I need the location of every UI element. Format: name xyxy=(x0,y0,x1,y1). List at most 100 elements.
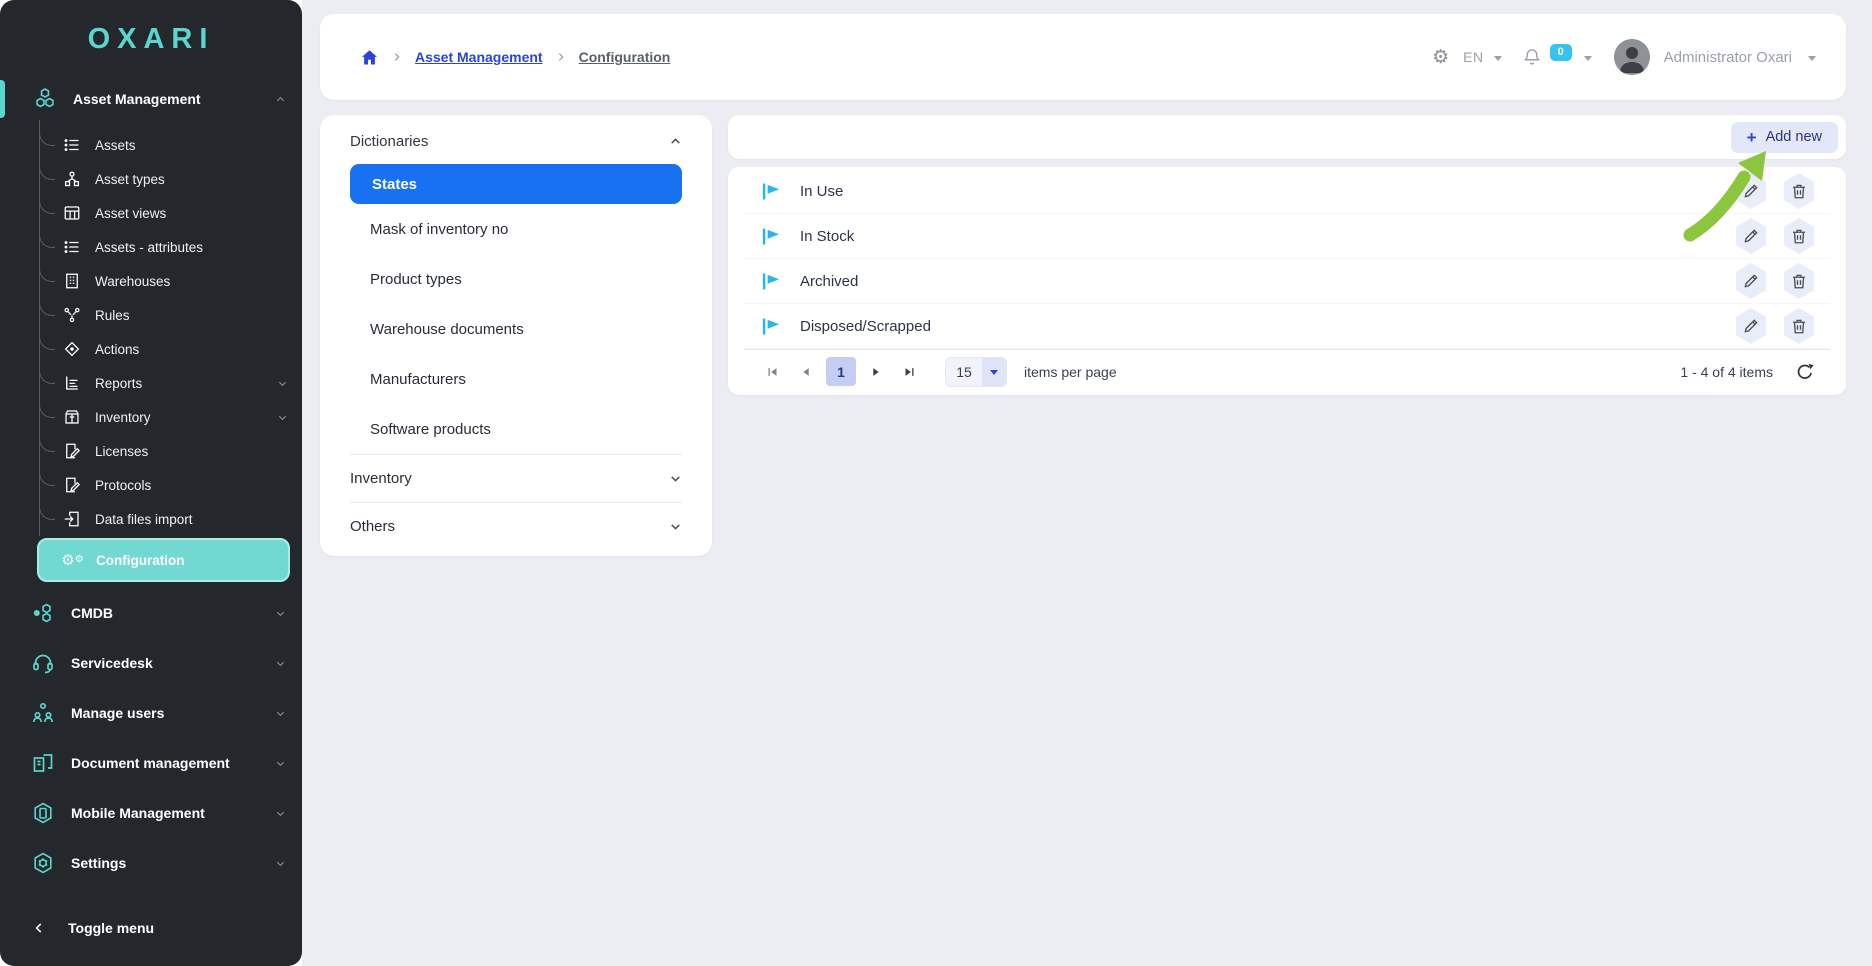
dict-item-software-products[interactable]: Software products xyxy=(350,404,682,454)
dict-item-states-selected[interactable]: States xyxy=(350,164,682,204)
caret-down-icon xyxy=(982,358,1006,386)
notification-bell-icon[interactable] xyxy=(1522,47,1542,67)
cmdb-icon xyxy=(30,600,56,626)
row-actions xyxy=(1734,263,1816,299)
language-selector[interactable]: EN xyxy=(1463,49,1483,65)
sidebar-group-document-management[interactable]: Document management xyxy=(0,738,302,788)
home-icon[interactable] xyxy=(360,48,379,67)
chevron-down-icon xyxy=(277,412,288,423)
sidebar-group-servicedesk[interactable]: Servicedesk xyxy=(0,638,302,688)
edit-button[interactable] xyxy=(1734,263,1768,299)
list-icon xyxy=(62,238,81,257)
dict-item-mask-of-inventory-no[interactable]: Mask of inventory no xyxy=(350,204,682,254)
list-icon xyxy=(62,136,81,155)
settings-gear-icon[interactable]: ⚙ xyxy=(1432,46,1449,68)
sidebar-group-asset-management[interactable]: Asset Management xyxy=(0,78,302,120)
list-item: Archived xyxy=(744,259,1830,304)
first-page-button[interactable] xyxy=(760,359,786,385)
sidebar-group-cmdb[interactable]: CMDB xyxy=(0,588,302,638)
dict-section-others[interactable]: Others xyxy=(350,502,682,550)
main-area: Asset Management Configuration ⚙ EN 0 Ad… xyxy=(302,0,1872,966)
last-page-button[interactable] xyxy=(896,359,922,385)
refresh-icon xyxy=(1795,362,1814,381)
list-item: In Use xyxy=(744,169,1830,214)
next-page-button[interactable] xyxy=(863,359,889,385)
asset-management-hexagons-icon xyxy=(32,86,58,112)
items-per-page-label: items per page xyxy=(1024,364,1117,380)
delete-button[interactable] xyxy=(1782,173,1816,209)
add-new-button[interactable]: + Add new xyxy=(1731,122,1838,153)
edit-button[interactable] xyxy=(1734,218,1768,254)
page-size-select[interactable]: 15 xyxy=(945,357,1007,387)
breadcrumb-asset-management-link[interactable]: Asset Management xyxy=(415,49,543,65)
refresh-button[interactable] xyxy=(1795,362,1814,381)
import-icon xyxy=(62,510,81,529)
trash-icon xyxy=(1790,182,1808,200)
sidebar: OXARI Asset Management Assets Asse xyxy=(0,0,302,966)
chevron-up-icon xyxy=(275,94,286,105)
sidebar-group-settings[interactable]: Settings xyxy=(0,838,302,888)
previous-page-button[interactable] xyxy=(793,359,819,385)
box-icon xyxy=(62,408,81,427)
table-icon xyxy=(62,204,81,223)
list-item: In Stock xyxy=(744,214,1830,259)
pagination-summary: 1 - 4 of 4 items xyxy=(1680,362,1814,381)
delete-button[interactable] xyxy=(1782,308,1816,344)
gears-icon: ⚙⚙ xyxy=(63,551,82,570)
document-pencil-icon xyxy=(62,442,81,461)
trash-icon xyxy=(1790,227,1808,245)
dictionaries-header[interactable]: Dictionaries xyxy=(350,133,682,150)
list-toolbar: + Add new xyxy=(728,115,1846,159)
notification-count-badge: 0 xyxy=(1550,44,1572,61)
report-chart-icon xyxy=(62,374,81,393)
sidebar-item-configuration[interactable]: ⚙⚙ Configuration xyxy=(37,538,290,582)
oxari-logo: OXARI xyxy=(0,0,302,78)
caret-down-icon[interactable] xyxy=(1494,56,1502,61)
dict-section-inventory[interactable]: Inventory xyxy=(350,454,682,502)
pencil-icon xyxy=(1742,227,1760,245)
caret-down-icon[interactable] xyxy=(1808,56,1816,61)
row-actions xyxy=(1734,173,1816,209)
app-window: OXARI Asset Management Assets Asse xyxy=(0,0,1872,966)
breadcrumb: Asset Management Configuration xyxy=(360,48,670,67)
delete-button[interactable] xyxy=(1782,218,1816,254)
caret-down-icon[interactable] xyxy=(1584,56,1592,61)
state-name: In Use xyxy=(800,183,843,200)
states-content: + Add new In Use In xyxy=(728,115,1846,395)
plus-icon: + xyxy=(1747,129,1757,146)
chevron-down-icon xyxy=(275,808,286,819)
chevron-down-icon xyxy=(669,520,682,533)
flag-icon xyxy=(760,226,781,247)
toggle-menu-button[interactable]: Toggle menu xyxy=(0,900,302,956)
state-name: Disposed/Scrapped xyxy=(800,318,931,335)
dict-item-warehouse-documents[interactable]: Warehouse documents xyxy=(350,304,682,354)
breadcrumb-configuration-link[interactable]: Configuration xyxy=(579,49,671,65)
delete-button[interactable] xyxy=(1782,263,1816,299)
user-avatar[interactable] xyxy=(1614,39,1650,75)
page-number-current[interactable]: 1 xyxy=(826,357,856,386)
edit-button[interactable] xyxy=(1734,173,1768,209)
dict-item-product-types[interactable]: Product types xyxy=(350,254,682,304)
target-icon xyxy=(62,340,81,359)
settings-gear-icon xyxy=(30,850,56,876)
edit-button[interactable] xyxy=(1734,308,1768,344)
top-header: Asset Management Configuration ⚙ EN 0 Ad… xyxy=(320,14,1846,100)
sidebar-group-mobile-management[interactable]: Mobile Management xyxy=(0,788,302,838)
building-icon xyxy=(62,272,81,291)
breadcrumb-separator-icon xyxy=(556,52,566,62)
mobile-shield-icon xyxy=(30,800,56,826)
header-actions: ⚙ EN 0 Administrator Oxari xyxy=(1432,39,1816,75)
chevron-down-icon xyxy=(669,472,682,485)
chevron-down-icon xyxy=(277,378,288,389)
flag-icon xyxy=(760,316,781,337)
trash-icon xyxy=(1790,317,1808,335)
breadcrumb-separator-icon xyxy=(392,52,402,62)
users-icon xyxy=(30,700,56,726)
user-name: Administrator Oxari xyxy=(1664,49,1792,66)
list-item: Disposed/Scrapped xyxy=(744,304,1830,349)
chevron-down-icon xyxy=(275,758,286,769)
sidebar-group-manage-users[interactable]: Manage users xyxy=(0,688,302,738)
dict-item-manufacturers[interactable]: Manufacturers xyxy=(350,354,682,404)
sidebar-item-data-files-import[interactable]: Data files import xyxy=(0,502,302,536)
network-icon xyxy=(62,306,81,325)
